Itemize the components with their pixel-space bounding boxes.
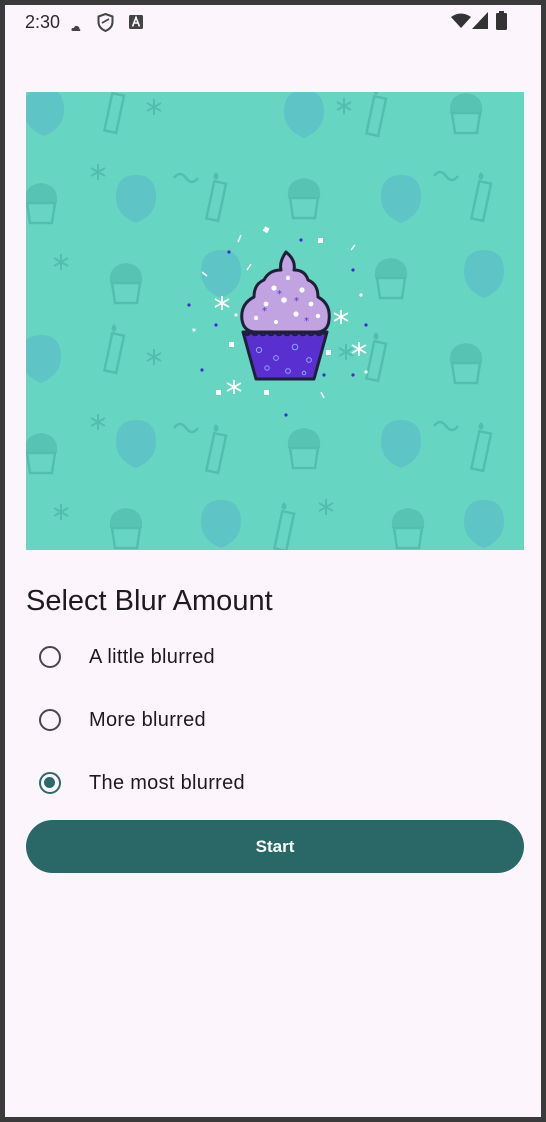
radio-button-selected[interactable] — [39, 772, 61, 794]
svg-text:*: * — [304, 316, 309, 327]
status-time: 2:30 — [25, 12, 61, 32]
svg-text:*: * — [277, 289, 282, 300]
section-title: Select Blur Amount — [26, 585, 273, 617]
battery-icon — [496, 11, 507, 35]
radio-label: More blurred — [89, 708, 206, 731]
cloud-icon — [71, 19, 81, 37]
cupcake-icon: * * * * — [240, 250, 331, 381]
hero-image: * * * * — [26, 92, 524, 550]
radio-option-more-blurred[interactable]: More blurred — [39, 694, 519, 746]
svg-text:*: * — [294, 296, 299, 307]
wifi-icon — [451, 13, 471, 34]
font-a-icon — [129, 15, 143, 34]
radio-button[interactable] — [39, 709, 61, 731]
radio-selected-dot — [44, 777, 56, 789]
app-screen: 2:30 * * * * Select Blur Amount A little… — [5, 5, 541, 1117]
radio-option-the-most-blurred[interactable]: The most blurred — [39, 757, 519, 809]
signal-icon — [472, 12, 488, 34]
radio-label: A little blurred — [89, 645, 215, 668]
radio-button[interactable] — [39, 646, 61, 668]
radio-option-a-little-blurred[interactable]: A little blurred — [39, 631, 519, 683]
shield-icon — [97, 12, 114, 37]
svg-text:*: * — [262, 306, 267, 317]
status-bar: 2:30 — [5, 5, 541, 39]
start-button[interactable]: Start — [26, 820, 524, 873]
radio-label: The most blurred — [89, 771, 245, 794]
